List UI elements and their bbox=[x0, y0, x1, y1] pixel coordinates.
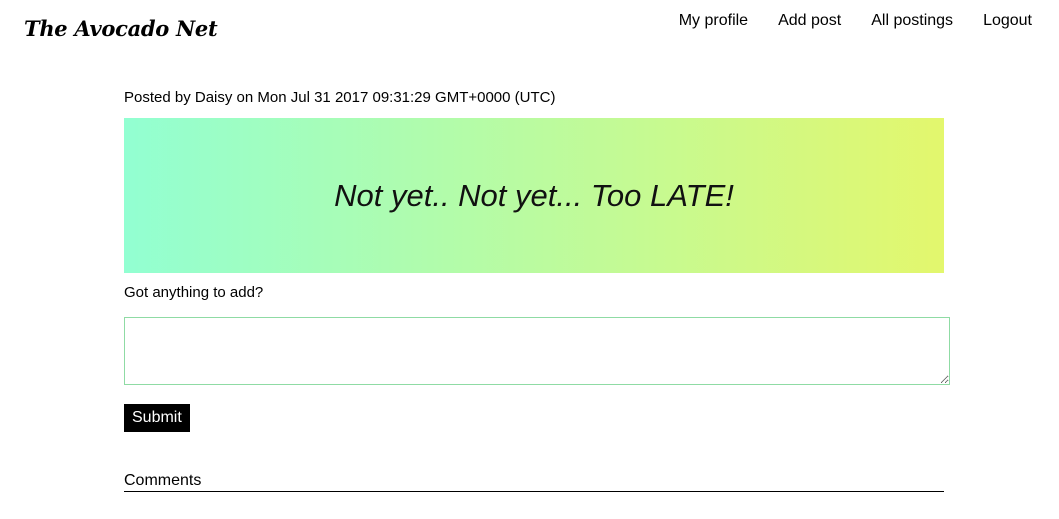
comment-prompt-label: Got anything to add? bbox=[124, 284, 264, 301]
post-banner: Not yet.. Not yet... Too LATE! bbox=[124, 118, 944, 273]
site-logo[interactable]: The Avocado Net bbox=[24, 16, 218, 41]
nav-all-postings[interactable]: All postings bbox=[871, 12, 953, 30]
nav-add-post[interactable]: Add post bbox=[778, 12, 841, 30]
comment-textarea[interactable] bbox=[124, 317, 950, 385]
submit-button[interactable]: Submit bbox=[124, 404, 190, 432]
nav-logout[interactable]: Logout bbox=[983, 12, 1032, 30]
page: The Avocado Net My profile Add post All … bbox=[0, 0, 1059, 519]
top-nav: My profile Add post All postings Logout bbox=[679, 12, 1032, 30]
post-byline: Posted by Daisy on Mon Jul 31 2017 09:31… bbox=[124, 89, 556, 106]
comments-heading: Comments bbox=[124, 472, 944, 492]
nav-my-profile[interactable]: My profile bbox=[679, 12, 748, 30]
post-text: Not yet.. Not yet... Too LATE! bbox=[334, 177, 734, 213]
